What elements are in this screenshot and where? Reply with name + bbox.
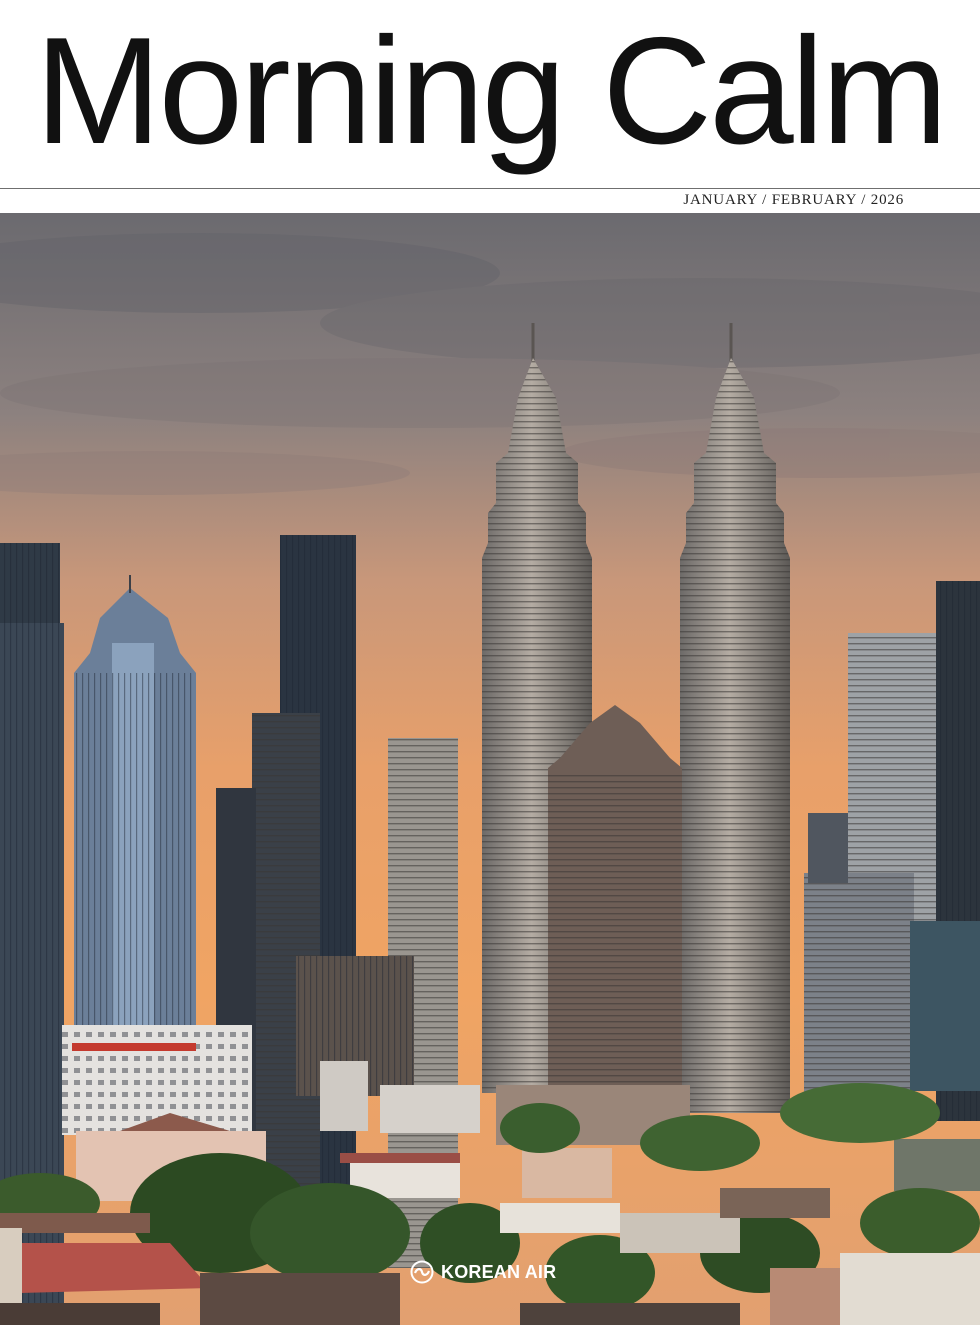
brand-name: KOREAN AIR [441, 1261, 557, 1282]
masthead: Morning Calm [0, 0, 980, 188]
korean-air-logo-icon [410, 1260, 434, 1284]
magazine-title: Morning Calm [34, 6, 948, 176]
cover-photo [0, 213, 980, 1325]
pyramid-roof-tower [548, 705, 682, 1093]
header-divider [0, 188, 980, 189]
korean-air-logo: KOREAN AIR [410, 1259, 556, 1285]
issue-date: JANUARY / FEBRUARY / 2026 [683, 192, 904, 208]
